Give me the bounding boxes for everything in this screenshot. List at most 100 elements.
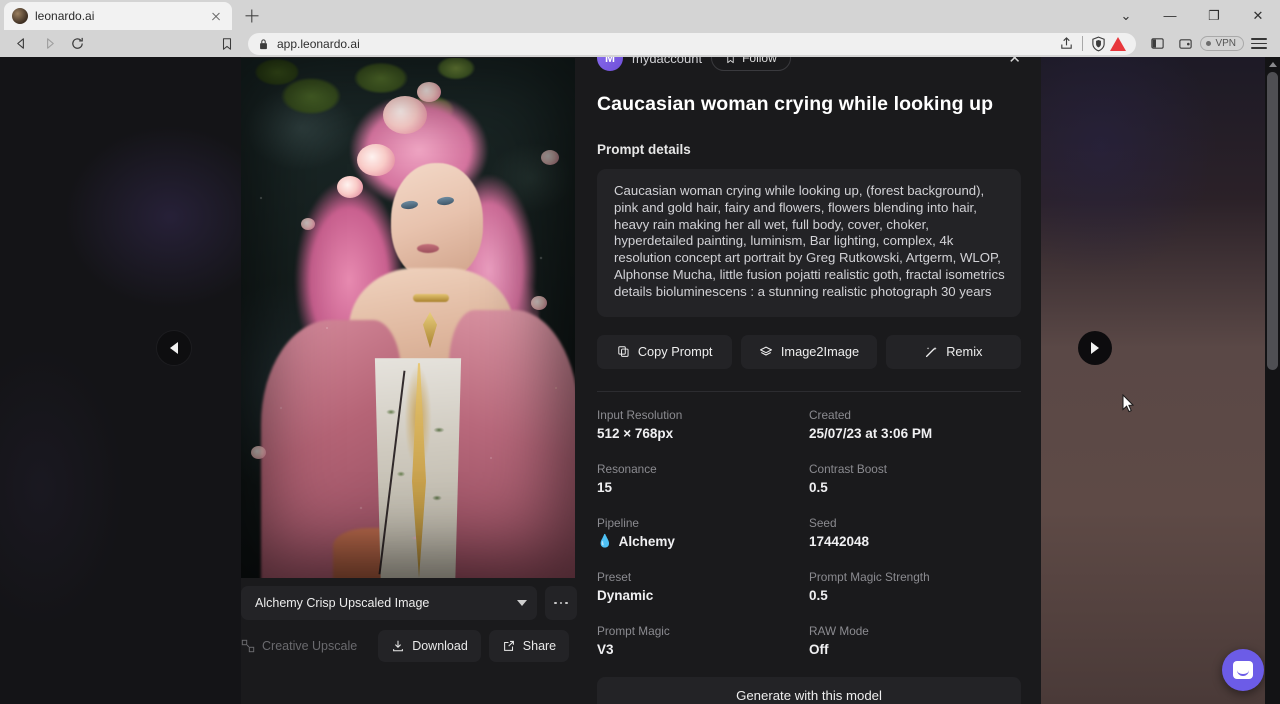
intercom-chat-button[interactable] — [1222, 649, 1264, 691]
reload-button[interactable] — [64, 33, 90, 55]
creator-name[interactable]: mydaccount — [632, 57, 702, 66]
vpn-status-dot — [1206, 41, 1211, 46]
brave-wallet-button[interactable] — [1172, 33, 1198, 55]
sidebar-panel-button[interactable] — [1144, 33, 1170, 55]
metadata-key: Seed — [809, 516, 1021, 530]
sidebar-panel-icon — [1150, 36, 1165, 51]
bookmark-button[interactable] — [214, 33, 240, 55]
remix-button[interactable]: Remix — [886, 335, 1021, 369]
tab-strip: leonardo.ai ⌄ — ❐ ✕ — [0, 0, 1280, 30]
vpn-button[interactable]: VPN — [1200, 36, 1244, 51]
close-icon[interactable] — [208, 8, 224, 24]
metadata-item: Prompt Magic Strength 0.5 — [809, 570, 1021, 603]
modal-right-column: M mydaccount Follow ✕ Caucasian woman cr… — [593, 57, 1041, 704]
close-icon: ✕ — [1253, 9, 1264, 22]
metadata-key: Created — [809, 408, 1021, 422]
metadata-item: Created 25/07/23 at 3:06 PM — [809, 408, 1021, 441]
metadata-value: 0.5 — [809, 588, 1021, 603]
copy-prompt-label: Copy Prompt — [638, 344, 713, 359]
share-icon[interactable] — [1059, 36, 1074, 51]
model-select-value: Alchemy Crisp Upscaled Image — [255, 596, 429, 610]
forward-button[interactable] — [36, 33, 62, 55]
window-controls: ⌄ — ❐ ✕ — [1104, 0, 1280, 30]
metadata-key: Preset — [597, 570, 809, 584]
page-scrollbar[interactable] — [1265, 57, 1280, 704]
avatar[interactable]: M — [597, 57, 623, 71]
metadata-value: 15 — [597, 480, 809, 495]
chevron-down-icon — [517, 600, 527, 606]
metadata-item: Preset Dynamic — [597, 570, 809, 603]
metadata-key: Prompt Magic Strength — [809, 570, 1021, 584]
scrollbar-thumb[interactable] — [1267, 72, 1278, 370]
divider — [1082, 36, 1083, 51]
follow-label: Follow — [742, 57, 777, 65]
back-arrow-icon — [14, 36, 29, 51]
follow-button[interactable]: Follow — [711, 57, 791, 71]
metadata-item: Contrast Boost 0.5 — [809, 462, 1021, 495]
next-image-arrow — [1091, 342, 1099, 354]
leonardo-favicon-icon — [12, 8, 28, 24]
image2image-label: Image2Image — [781, 344, 859, 359]
model-select[interactable]: Alchemy Crisp Upscaled Image — [241, 586, 537, 620]
metadata-value: 25/07/23 at 3:06 PM — [809, 426, 1021, 441]
intercom-chat-icon — [1233, 661, 1253, 679]
modal-close-button[interactable]: ✕ — [1008, 57, 1021, 67]
backdrop-right[interactable] — [1041, 57, 1280, 704]
metadata-item: Pipeline 💧 Alchemy — [597, 516, 809, 549]
forward-arrow-icon — [42, 36, 57, 51]
upscale-icon — [241, 639, 255, 653]
tab-title: leonardo.ai — [35, 9, 201, 23]
tab-search-button[interactable]: ⌄ — [1104, 0, 1148, 30]
maximize-icon: ❐ — [1208, 9, 1220, 22]
share-button[interactable]: Share — [489, 630, 569, 662]
minimize-button[interactable]: — — [1148, 0, 1192, 30]
mouse-cursor — [1122, 394, 1134, 413]
image-controls: Alchemy Crisp Upscaled Image — [241, 578, 593, 662]
metadata-key: RAW Mode — [809, 624, 1021, 638]
bookmark-icon — [725, 57, 736, 64]
share-label: Share — [523, 639, 556, 653]
metadata-key: Pipeline — [597, 516, 809, 530]
model-row: Alchemy Crisp Upscaled Image — [241, 586, 577, 620]
image-detail-modal: Alchemy Crisp Upscaled Image — [241, 57, 1041, 704]
image2image-button[interactable]: Image2Image — [741, 335, 876, 369]
metadata-item: Resonance 15 — [597, 462, 809, 495]
new-tab-button[interactable] — [238, 2, 266, 30]
creative-upscale-button[interactable]: Creative Upscale — [241, 630, 370, 662]
browser-tab[interactable]: leonardo.ai — [4, 2, 232, 30]
metadata-item: Input Resolution 512 × 768px — [597, 408, 809, 441]
prompt-details-label: Prompt details — [597, 142, 1021, 157]
metadata-item: RAW Mode Off — [809, 624, 1021, 657]
browser-menu-button[interactable] — [1246, 33, 1272, 55]
previous-image-arrow — [170, 342, 178, 354]
chevron-down-icon: ⌄ — [1121, 9, 1132, 22]
brave-leo-icon[interactable] — [1110, 37, 1126, 51]
generated-image[interactable] — [241, 58, 575, 578]
remix-label: Remix — [946, 344, 982, 359]
url-text: app.leonardo.ai — [277, 37, 1051, 51]
metadata-value: Dynamic — [597, 588, 809, 603]
creator-row: M mydaccount Follow ✕ — [597, 57, 1021, 71]
page-title: Caucasian woman crying while looking up — [597, 93, 1021, 116]
copy-prompt-button[interactable]: Copy Prompt — [597, 335, 732, 369]
alchemy-flask-icon: 💧 — [597, 534, 613, 549]
prompt-box[interactable]: Caucasian woman crying while looking up,… — [597, 169, 1021, 317]
generate-with-model-button[interactable]: Generate with this model — [597, 677, 1021, 704]
share-external-icon — [502, 639, 516, 653]
scroll-up-button[interactable] — [1265, 57, 1280, 72]
more-options-icon — [554, 602, 557, 605]
back-button[interactable] — [8, 33, 34, 55]
next-image-button[interactable] — [1078, 331, 1112, 365]
backdrop-left[interactable] — [0, 57, 241, 704]
address-bar[interactable]: app.leonardo.ai — [248, 33, 1136, 55]
previous-image-button[interactable] — [157, 331, 191, 365]
prompt-actions-row: Copy Prompt Image2Image — [597, 335, 1021, 369]
magic-wand-icon — [924, 345, 938, 359]
image-action-row: Creative Upscale Download — [241, 630, 577, 662]
more-options-button[interactable] — [545, 586, 577, 620]
download-button[interactable]: Download — [378, 630, 481, 662]
metadata-value: 0.5 — [809, 480, 1021, 495]
brave-shields-icon[interactable] — [1091, 36, 1106, 52]
maximize-button[interactable]: ❐ — [1192, 0, 1236, 30]
window-close-button[interactable]: ✕ — [1236, 0, 1280, 30]
